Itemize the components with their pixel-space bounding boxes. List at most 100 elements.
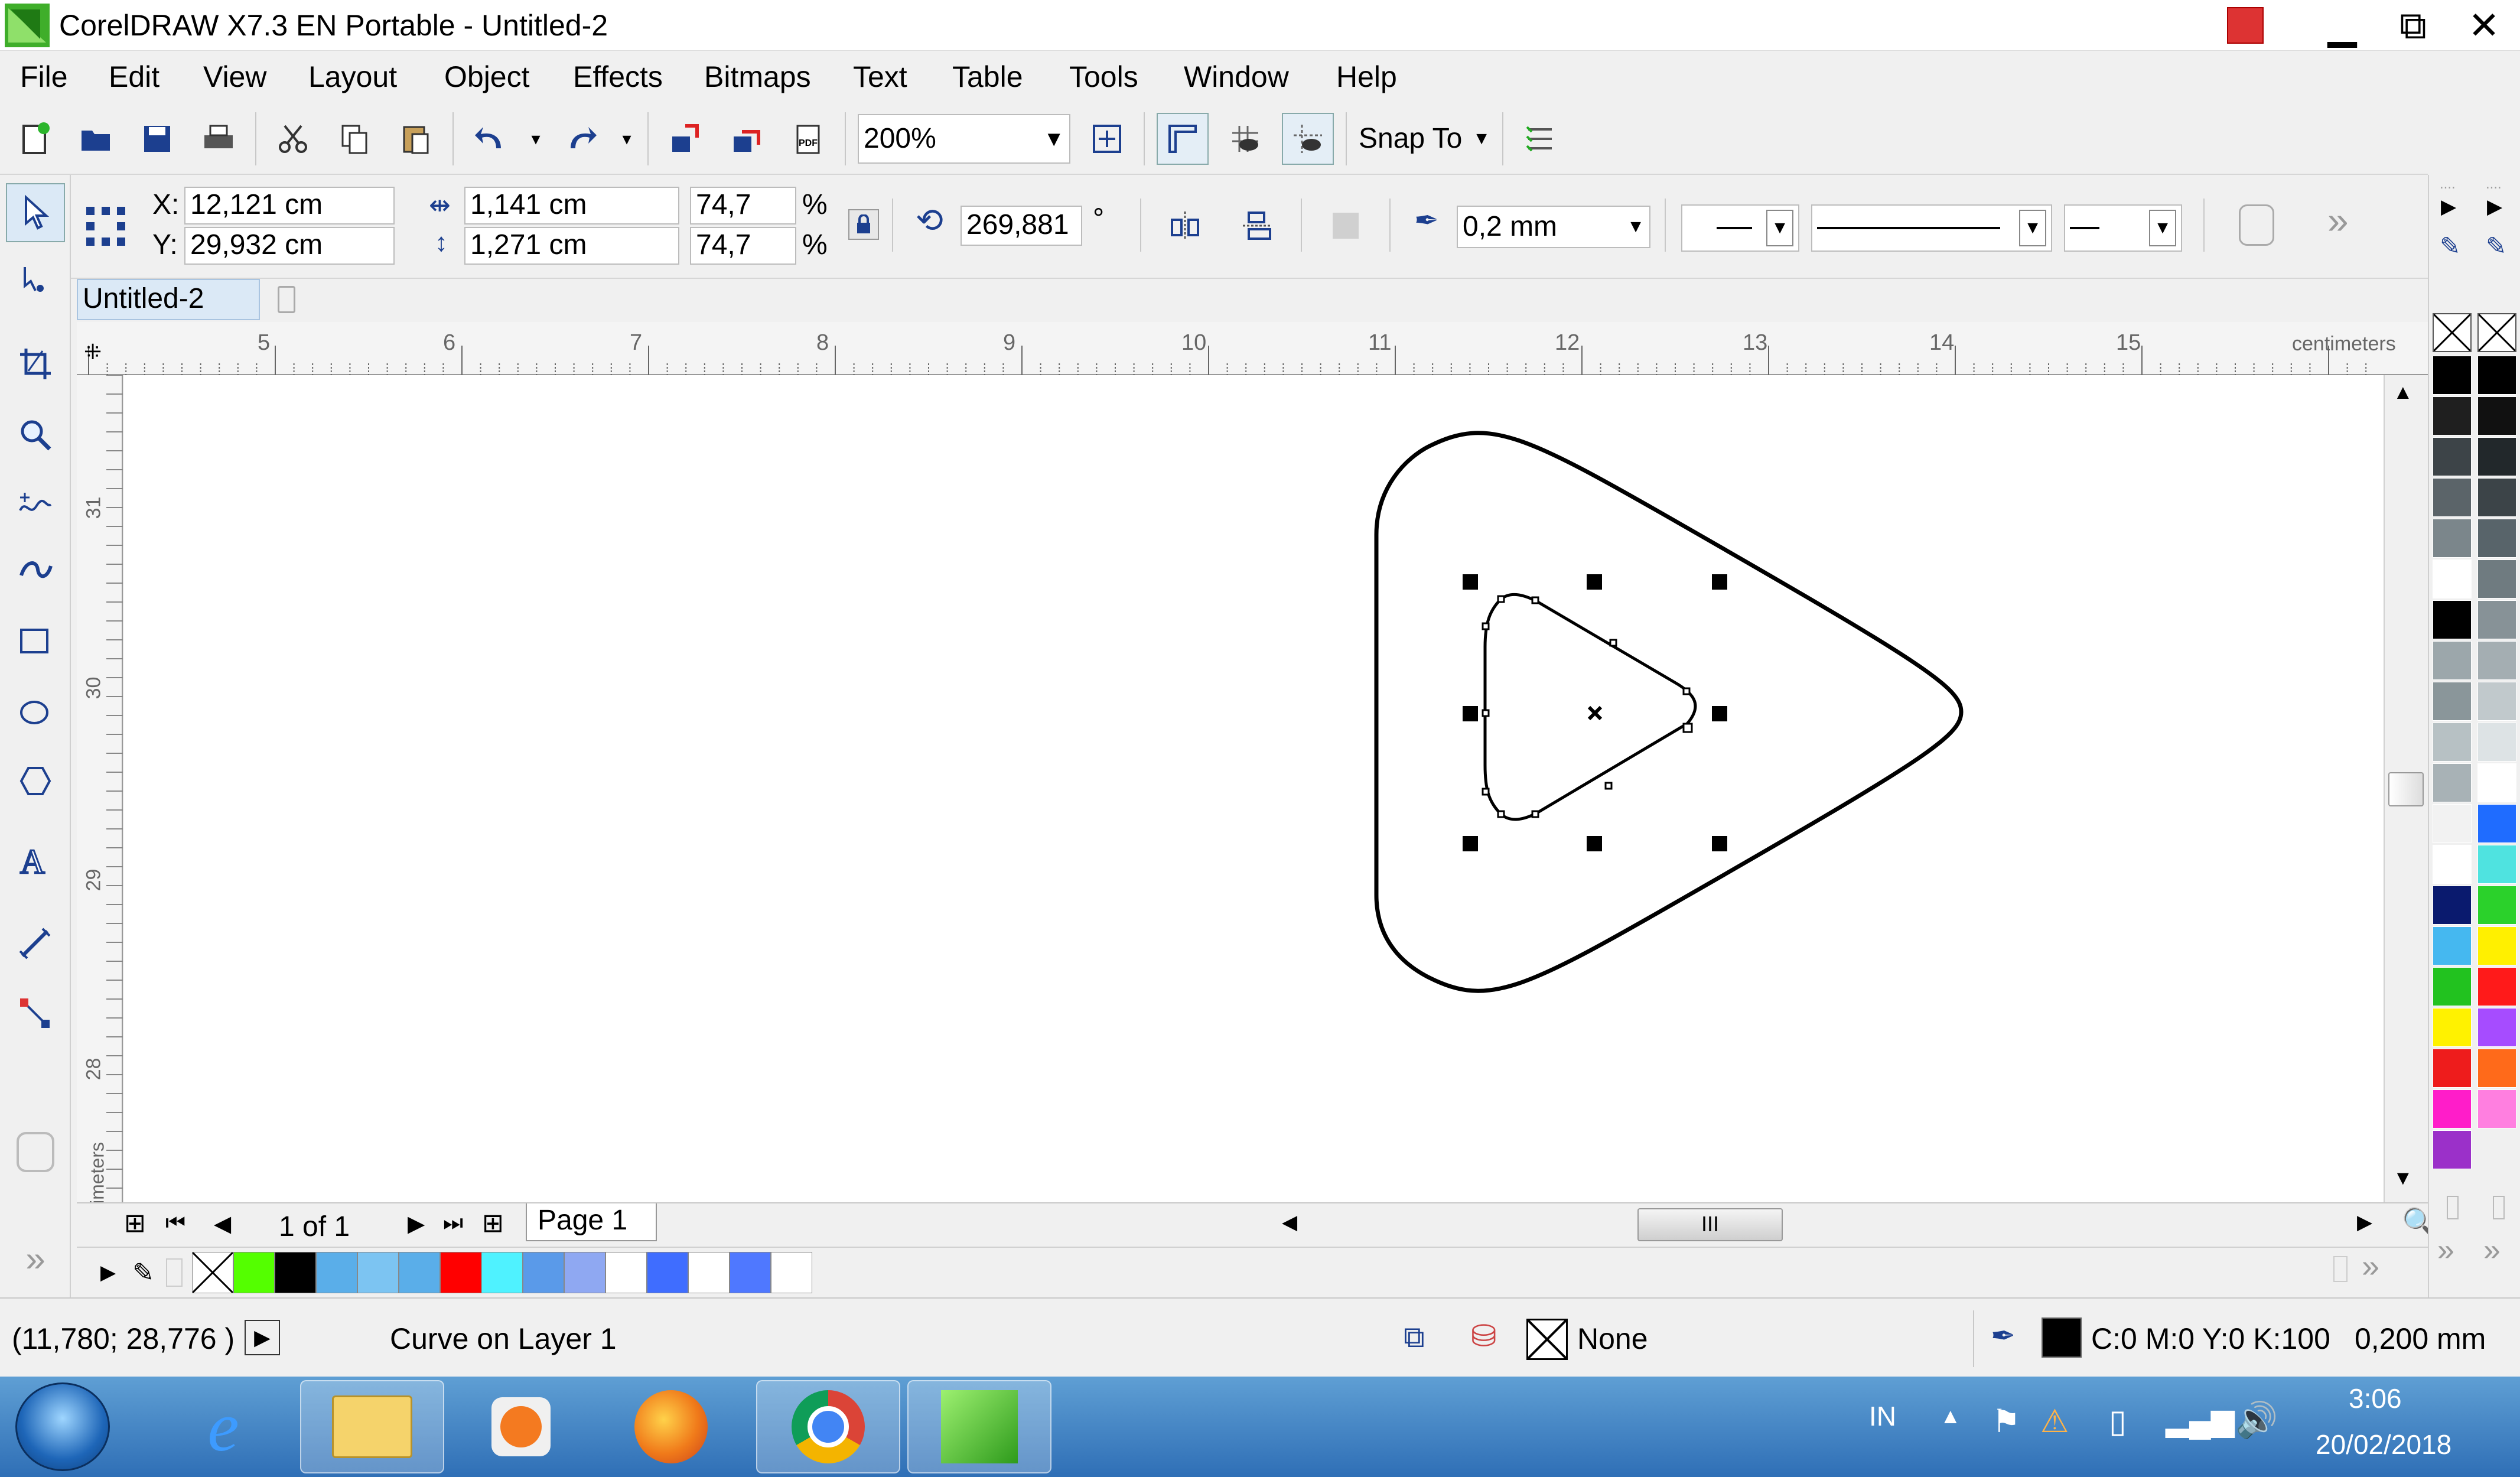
add-page-before-icon[interactable]: ⊞ — [124, 1208, 146, 1238]
color-swatch[interactable] — [2433, 1089, 2472, 1128]
media-player-icon[interactable] — [449, 1380, 593, 1473]
palette-expand-icon[interactable]: » — [2483, 1232, 2501, 1268]
file-explorer-icon[interactable] — [300, 1380, 444, 1473]
quick-customize-tool-icon[interactable] — [6, 1123, 65, 1182]
copy-icon[interactable] — [330, 114, 379, 164]
menu-table[interactable]: Table — [950, 58, 1025, 96]
document-color-swatch[interactable] — [605, 1252, 647, 1293]
show-rulers-icon[interactable] — [1157, 113, 1209, 165]
color-swatch[interactable] — [2477, 926, 2516, 965]
vertical-scrollbar[interactable]: ▲ ▼ — [2384, 375, 2428, 1202]
document-color-swatch[interactable] — [688, 1252, 730, 1293]
crop-tool[interactable] — [6, 334, 65, 393]
scale-width-field[interactable]: 74,7 — [690, 187, 796, 225]
document-color-swatch[interactable] — [233, 1252, 275, 1293]
color-swatch[interactable] — [2433, 763, 2472, 802]
next-page-icon[interactable]: ▶ — [408, 1211, 425, 1237]
drawing-canvas[interactable] — [124, 375, 2384, 1202]
color-swatch[interactable] — [2433, 886, 2472, 925]
document-color-swatch[interactable] — [316, 1252, 358, 1293]
color-swatch[interactable] — [2477, 763, 2516, 802]
outline-width-select[interactable]: 0,2 mm ▼ — [1457, 206, 1650, 248]
color-swatch[interactable] — [2433, 1130, 2472, 1169]
scale-height-field[interactable]: 74,7 — [690, 227, 796, 265]
new-document-icon[interactable] — [9, 114, 59, 164]
expand-toolbox-icon[interactable]: » — [6, 1229, 65, 1288]
firefox-icon[interactable] — [599, 1380, 743, 1473]
pick-tool[interactable] — [6, 183, 65, 242]
paste-icon[interactable] — [391, 114, 441, 164]
color-swatch[interactable] — [2433, 1049, 2472, 1088]
device-icon[interactable]: ▯ — [2109, 1403, 2127, 1440]
language-indicator[interactable]: IN — [1869, 1400, 1896, 1432]
more-options-icon[interactable]: » — [2327, 199, 2349, 242]
palette-expand-icon[interactable]: » — [2437, 1232, 2454, 1268]
mirror-horizontal-icon[interactable] — [1160, 201, 1210, 250]
artistic-media-tool[interactable] — [6, 541, 65, 600]
color-swatch[interactable] — [2477, 478, 2516, 517]
document-color-swatch[interactable] — [399, 1252, 441, 1293]
start-orb-icon[interactable] — [15, 1382, 110, 1471]
eyedropper-icon[interactable]: ✎ — [2486, 232, 2506, 261]
document-color-swatch[interactable] — [564, 1252, 606, 1293]
freehand-tool[interactable] — [6, 476, 65, 535]
color-swatch[interactable] — [2433, 926, 2472, 965]
y-position-field[interactable]: 29,932 cm — [184, 227, 395, 265]
ruler-origin-icon[interactable]: ⁜ — [84, 340, 102, 365]
scroll-left-icon[interactable]: ◀ — [1282, 1211, 1297, 1234]
action-center-icon[interactable]: ⚑ — [1992, 1403, 2020, 1440]
height-field[interactable]: 1,271 cm — [464, 227, 679, 265]
ellipse-tool[interactable] — [6, 683, 65, 742]
internet-explorer-icon[interactable]: e — [151, 1380, 295, 1473]
color-swatch[interactable] — [2477, 804, 2516, 843]
help-user-icon[interactable] — [2227, 7, 2264, 44]
document-color-swatch[interactable] — [275, 1252, 317, 1293]
undo-dropdown-icon[interactable]: ▾ — [527, 114, 545, 164]
zoom-to-fit-icon[interactable] — [1082, 114, 1132, 164]
menu-effects[interactable]: Effects — [571, 58, 665, 96]
menu-layout[interactable]: Layout — [306, 58, 399, 96]
scroll-thumb[interactable] — [2388, 772, 2424, 806]
ruler-horizontal[interactable]: ⁜ 5 6 7 8 9 10 11 12 13 14 15 centimeter… — [77, 322, 2428, 375]
minimize-button[interactable]: ▁ — [2310, 0, 2375, 51]
no-color-swatch[interactable] — [2433, 313, 2472, 352]
import-icon[interactable] — [660, 114, 710, 164]
polygon-tool[interactable] — [6, 751, 65, 811]
scroll-down-icon[interactable]: ▼ — [2393, 1167, 2413, 1190]
undo-icon[interactable] — [465, 114, 515, 164]
no-color-swatch[interactable] — [192, 1252, 234, 1293]
document-color-swatch[interactable] — [523, 1252, 565, 1293]
color-swatch[interactable] — [2433, 682, 2472, 721]
convert-to-curves-icon[interactable] — [1321, 201, 1370, 250]
dimension-tool[interactable] — [6, 915, 65, 974]
menu-file[interactable]: File — [18, 58, 70, 96]
volume-icon[interactable]: 🔊 — [2235, 1400, 2278, 1440]
cut-icon[interactable] — [268, 114, 318, 164]
color-swatch[interactable] — [2433, 559, 2472, 598]
text-tool[interactable]: A — [6, 831, 65, 890]
color-swatch[interactable] — [2433, 967, 2472, 1006]
export-icon[interactable] — [722, 114, 771, 164]
ruler-vertical[interactable]: 31 30 29 28 centimeters — [77, 375, 123, 1250]
menu-edit[interactable]: Edit — [106, 58, 162, 96]
close-button[interactable]: ✕ — [2451, 0, 2516, 51]
print-icon[interactable] — [194, 114, 243, 164]
menu-view[interactable]: View — [201, 58, 269, 96]
color-swatch[interactable] — [2433, 723, 2472, 762]
rotation-angle-field[interactable]: 269,881 — [961, 206, 1082, 246]
show-guidelines-icon[interactable] — [1282, 113, 1334, 165]
color-swatch[interactable] — [2477, 723, 2516, 762]
end-arrowhead-select[interactable]: ▼ — [2064, 204, 2182, 252]
previous-page-icon[interactable]: ◀ — [214, 1211, 231, 1237]
color-swatch[interactable] — [2433, 641, 2472, 680]
redo-dropdown-icon[interactable]: ▾ — [618, 114, 636, 164]
menu-text[interactable]: Text — [851, 58, 910, 96]
show-hidden-icons[interactable]: ▲ — [1940, 1404, 1961, 1429]
status-expand-icon[interactable]: ▶ — [245, 1320, 280, 1355]
color-swatch[interactable] — [2477, 437, 2516, 476]
color-swatch[interactable] — [2433, 845, 2472, 884]
color-swatch[interactable] — [2433, 437, 2472, 476]
color-swatch[interactable] — [2477, 886, 2516, 925]
color-swatch[interactable] — [2477, 682, 2516, 721]
last-page-icon[interactable]: ⏭ — [443, 1211, 463, 1236]
